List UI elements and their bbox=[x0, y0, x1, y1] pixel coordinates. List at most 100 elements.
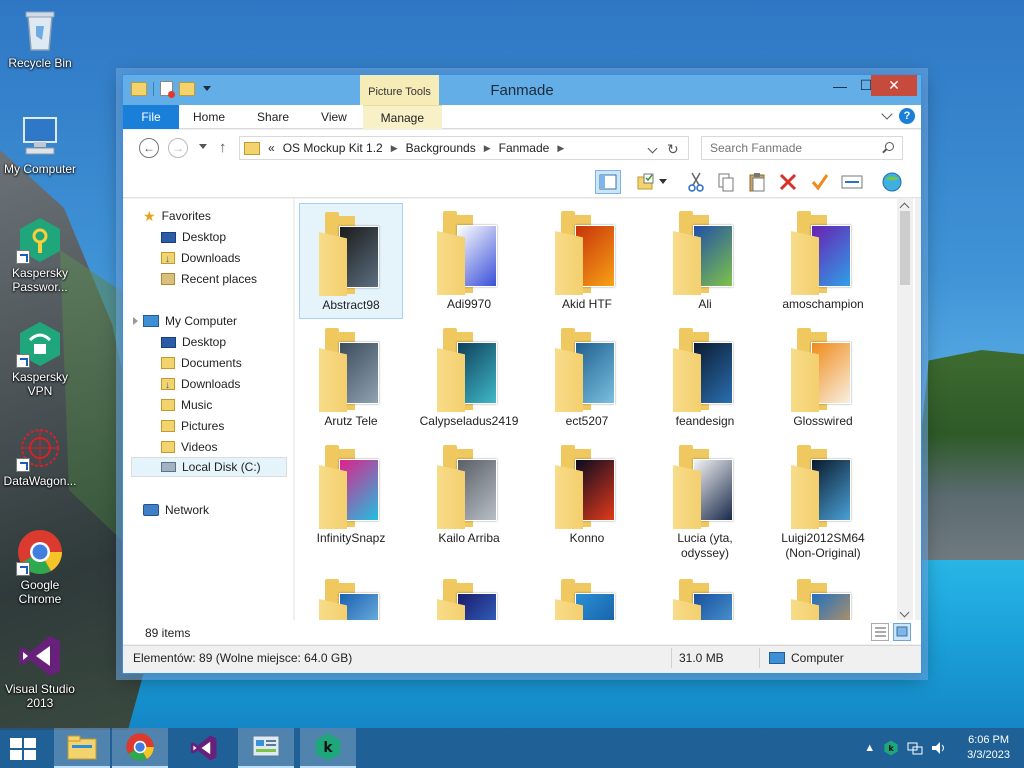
details-view-button[interactable] bbox=[871, 623, 889, 641]
desktop-icon-visual-studio[interactable]: Visual Studio 2013 bbox=[0, 632, 80, 710]
folder-item[interactable]: Adi9970 bbox=[417, 203, 521, 319]
folder-item[interactable]: ect5207 bbox=[535, 320, 639, 436]
vertical-scrollbar[interactable] bbox=[897, 199, 913, 620]
desktop-icon-google-chrome[interactable]: Google Chrome bbox=[0, 528, 80, 606]
folder-item[interactable]: Arutz Tele bbox=[299, 320, 403, 436]
rename-button[interactable] bbox=[807, 170, 833, 194]
folder-item[interactable]: Luigi2012SM64 (Non-Original) bbox=[771, 437, 875, 560]
tab-home[interactable]: Home bbox=[179, 105, 241, 129]
nav-favorites[interactable]: ★ Favorites bbox=[143, 206, 211, 226]
desktop-icon-datawagon[interactable]: DataWagon... bbox=[0, 424, 80, 488]
folder-item[interactable]: Ali bbox=[653, 203, 757, 319]
breadcrumb-separator-icon[interactable]: ▶ bbox=[557, 143, 564, 154]
taskbar-chrome[interactable] bbox=[112, 728, 168, 768]
internet-button[interactable] bbox=[879, 170, 905, 194]
folder-item[interactable]: amoschampion bbox=[771, 203, 875, 319]
address-bar[interactable]: « OS Mockup Kit 1.2 ▶ Backgrounds ▶ Fanm… bbox=[239, 136, 689, 160]
tab-manage[interactable]: Manage bbox=[362, 105, 442, 129]
close-button[interactable]: ✕ bbox=[871, 75, 917, 96]
file-explorer-icon bbox=[67, 735, 97, 760]
show-hidden-icons-icon[interactable]: ▲ bbox=[864, 742, 875, 754]
breadcrumb-os-mockup-kit[interactable]: OS Mockup Kit 1.2 bbox=[283, 141, 383, 155]
tab-view[interactable]: View bbox=[305, 105, 363, 129]
properties-button[interactable] bbox=[633, 170, 659, 194]
preview-pane-button[interactable] bbox=[595, 170, 621, 194]
refresh-button[interactable]: ↻ bbox=[667, 141, 679, 158]
forward-button[interactable]: → bbox=[168, 138, 188, 158]
taskbar-file-explorer[interactable] bbox=[54, 728, 110, 768]
checkmark-icon bbox=[811, 174, 829, 191]
file-list[interactable]: Abstract98 Adi9970 Akid HTF Ali amoschampion… bbox=[295, 199, 915, 620]
paste-button[interactable] bbox=[744, 170, 770, 194]
tab-share[interactable]: Share bbox=[241, 105, 305, 129]
tab-file[interactable]: File bbox=[123, 105, 179, 129]
kaspersky-tray-icon[interactable]: k bbox=[883, 740, 899, 756]
volume-icon[interactable] bbox=[931, 741, 947, 755]
breadcrumb-fanmade[interactable]: Fanmade bbox=[499, 141, 550, 155]
nav-favorites-downloads[interactable]: Downloads bbox=[161, 248, 240, 270]
desktop-icon-recycle-bin[interactable]: Recycle Bin bbox=[0, 6, 80, 70]
breadcrumb-separator-icon[interactable]: ▶ bbox=[484, 143, 491, 154]
folder-item[interactable] bbox=[417, 571, 521, 620]
nav-downloads[interactable]: Downloads bbox=[161, 374, 240, 396]
desktop-icon-kaspersky-vpn[interactable]: Kaspersky VPN bbox=[0, 320, 80, 398]
taskbar-control-panel[interactable] bbox=[238, 728, 294, 768]
up-button[interactable]: ↑ bbox=[219, 139, 227, 156]
folder-item[interactable]: Lucia (yta, odyssey) bbox=[653, 437, 757, 560]
nav-network[interactable]: Network bbox=[143, 500, 209, 520]
title-bar[interactable]: Picture Tools Fanmade — ☐ ✕ bbox=[123, 75, 921, 105]
nav-pictures[interactable]: Pictures bbox=[161, 416, 224, 436]
folder-item[interactable]: feandesign bbox=[653, 320, 757, 436]
search-icon[interactable] bbox=[885, 142, 894, 151]
nav-local-disk[interactable]: Local Disk (C:) bbox=[131, 457, 287, 477]
search-input[interactable] bbox=[702, 137, 872, 159]
folder-item[interactable] bbox=[653, 571, 757, 620]
delete-button[interactable] bbox=[775, 170, 801, 194]
breadcrumb-overflow[interactable]: « bbox=[268, 141, 275, 155]
desktop-icon-my-computer[interactable]: My Computer bbox=[0, 112, 80, 176]
expand-ribbon-icon[interactable] bbox=[881, 108, 893, 120]
desktop-icon-kaspersky-password[interactable]: Kaspersky Passwor... bbox=[0, 216, 80, 294]
select-button[interactable] bbox=[839, 170, 865, 194]
scrollbar-thumb[interactable] bbox=[900, 211, 910, 285]
folder-item[interactable]: InfinitySnapz bbox=[299, 437, 403, 553]
search-box[interactable] bbox=[701, 136, 903, 160]
folder-item[interactable] bbox=[299, 571, 403, 620]
folder-item[interactable]: Calypseladus2419 bbox=[417, 320, 521, 436]
start-button[interactable] bbox=[10, 738, 38, 760]
explorer-window[interactable]: Picture Tools Fanmade — ☐ ✕ File Home Sh… bbox=[122, 74, 922, 674]
scroll-down-icon[interactable] bbox=[899, 607, 910, 618]
folder-name: Abstract98 bbox=[322, 298, 380, 312]
breadcrumb-backgrounds[interactable]: Backgrounds bbox=[406, 141, 476, 155]
recent-locations-icon[interactable] bbox=[199, 144, 207, 149]
help-button[interactable]: ? bbox=[899, 108, 915, 124]
network-tray-icon[interactable] bbox=[907, 741, 923, 755]
back-button[interactable]: ← bbox=[139, 138, 159, 158]
nav-documents[interactable]: Documents bbox=[161, 353, 242, 373]
taskbar-visual-studio[interactable] bbox=[176, 728, 232, 768]
nav-recent-places[interactable]: Recent places bbox=[161, 269, 257, 289]
nav-music[interactable]: Music bbox=[161, 395, 212, 415]
cut-button[interactable] bbox=[683, 170, 709, 194]
nav-videos[interactable]: Videos bbox=[161, 437, 217, 457]
nav-my-computer[interactable]: My Computer bbox=[143, 311, 237, 331]
folder-item[interactable]: Kailo Arriba bbox=[417, 437, 521, 553]
nav-desktop[interactable]: Desktop bbox=[161, 332, 226, 352]
shortcut-arrow-icon bbox=[16, 354, 30, 368]
large-icons-view-button[interactable] bbox=[893, 623, 911, 641]
properties-dropdown[interactable] bbox=[657, 170, 669, 194]
folder-item[interactable] bbox=[771, 571, 875, 620]
folder-item[interactable] bbox=[535, 571, 639, 620]
expand-arrow-icon[interactable] bbox=[133, 317, 138, 325]
folder-item[interactable]: Akid HTF bbox=[535, 203, 639, 319]
copy-button[interactable] bbox=[713, 170, 739, 194]
taskbar-kaspersky[interactable]: k bbox=[300, 728, 356, 768]
clock[interactable]: 6:06 PM 3/3/2023 bbox=[967, 733, 1010, 763]
folder-item[interactable]: Glosswired bbox=[771, 320, 875, 436]
nav-favorites-desktop[interactable]: Desktop bbox=[161, 227, 226, 247]
minimize-button[interactable]: — bbox=[827, 75, 853, 96]
breadcrumb-separator-icon[interactable]: ▶ bbox=[391, 143, 398, 154]
folder-item[interactable]: Abstract98 bbox=[299, 203, 403, 319]
clock-date: 3/3/2023 bbox=[967, 749, 1010, 761]
folder-item[interactable]: Konno bbox=[535, 437, 639, 553]
